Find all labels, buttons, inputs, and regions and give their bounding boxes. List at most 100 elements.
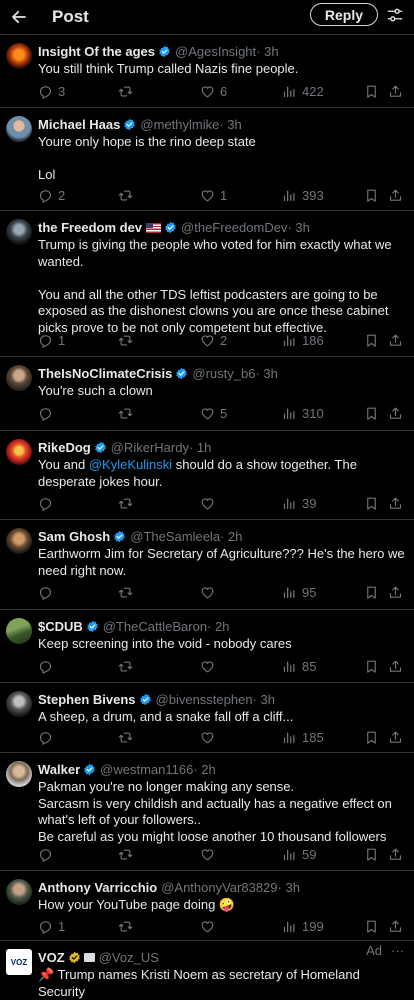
retweet-action[interactable] <box>118 331 138 349</box>
timestamp[interactable]: · 2h <box>220 529 242 544</box>
bookmark-button[interactable] <box>364 845 379 863</box>
share-button[interactable] <box>388 331 403 349</box>
reply-action[interactable]: 1 <box>38 331 65 349</box>
author-name[interactable]: Sam Ghosh <box>38 529 110 544</box>
author-handle[interactable]: @methylmike <box>140 117 219 132</box>
timestamp[interactable]: · 2h <box>193 762 215 777</box>
avatar[interactable] <box>6 618 32 644</box>
timestamp[interactable]: · 3h <box>287 220 309 235</box>
avatar[interactable]: VOZ <box>6 949 32 975</box>
more-options-icon[interactable]: ··· <box>391 943 404 958</box>
like-action[interactable]: 5 <box>200 404 227 422</box>
views-action[interactable]: 185 <box>282 728 324 746</box>
retweet-action[interactable] <box>118 82 138 100</box>
author-name[interactable]: the Freedom dev <box>38 220 142 235</box>
share-button[interactable] <box>388 404 403 422</box>
bookmark-button[interactable] <box>364 583 379 601</box>
bookmark-button[interactable] <box>364 82 379 100</box>
bookmark-button[interactable] <box>364 404 379 422</box>
retweet-action[interactable] <box>118 186 138 204</box>
author-handle[interactable]: @rusty_b6 <box>192 366 255 381</box>
reply-tweet[interactable]: Stephen Bivens @bivensstephen · 3h A she… <box>0 682 414 752</box>
filter-icon[interactable] <box>386 6 404 24</box>
like-action[interactable] <box>200 657 220 675</box>
views-action[interactable]: 59 <box>282 845 316 863</box>
retweet-action[interactable] <box>118 845 138 863</box>
share-button[interactable] <box>388 657 403 675</box>
bookmark-button[interactable] <box>364 331 379 349</box>
author-handle[interactable]: @theFreedomDev <box>181 220 287 235</box>
reply-action[interactable] <box>38 728 58 746</box>
author-name[interactable]: Michael Haas <box>38 117 120 132</box>
reply-tweet[interactable]: $CDUB @TheCattleBaron · 2h Keep screenin… <box>0 609 414 682</box>
ad-tweet[interactable]: VOZ VOZ @Voz_US 📌 Trump names Kristi Noe… <box>0 940 414 1000</box>
avatar[interactable] <box>6 43 32 69</box>
share-button[interactable] <box>388 494 403 512</box>
author-name[interactable]: $CDUB <box>38 619 83 634</box>
reply-action[interactable] <box>38 494 58 512</box>
author-handle[interactable]: @westman1166 <box>100 762 193 777</box>
author-handle[interactable]: @bivensstephen <box>156 692 253 707</box>
reply-action[interactable]: 3 <box>38 82 65 100</box>
views-action[interactable]: 95 <box>282 583 316 601</box>
like-action[interactable] <box>200 845 220 863</box>
avatar[interactable] <box>6 691 32 717</box>
author-handle[interactable]: @Voz_US <box>99 950 159 965</box>
views-action[interactable]: 39 <box>282 494 316 512</box>
reply-action[interactable]: 1 <box>38 917 65 935</box>
avatar[interactable] <box>6 879 32 905</box>
author-name[interactable]: RikeDog <box>38 440 91 455</box>
reply-tweet[interactable]: Sam Ghosh @TheSamleela · 2h Earthworm Ji… <box>0 519 414 609</box>
like-action[interactable] <box>200 917 220 935</box>
author-handle[interactable]: @AgesInsight <box>175 44 256 59</box>
avatar[interactable] <box>6 761 32 787</box>
timestamp[interactable]: · 3h <box>253 692 275 707</box>
avatar[interactable] <box>6 528 32 554</box>
retweet-action[interactable] <box>118 657 138 675</box>
reply-action[interactable] <box>38 404 58 422</box>
views-action[interactable]: 310 <box>282 404 324 422</box>
bookmark-button[interactable] <box>364 917 379 935</box>
author-handle[interactable]: @TheSamleela <box>130 529 220 544</box>
avatar[interactable] <box>6 365 32 391</box>
share-button[interactable] <box>388 728 403 746</box>
share-button[interactable] <box>388 583 403 601</box>
retweet-action[interactable] <box>118 494 138 512</box>
like-action[interactable]: 6 <box>200 82 227 100</box>
avatar[interactable] <box>6 116 32 142</box>
reply-action[interactable] <box>38 583 58 601</box>
reply-tweet[interactable]: RikeDog @RikerHardy · 1h You and @KyleKu… <box>0 430 414 519</box>
author-handle[interactable]: @AnthonyVar83829 <box>161 880 277 895</box>
timestamp[interactable]: · 1h <box>189 440 211 455</box>
bookmark-button[interactable] <box>364 186 379 204</box>
bookmark-button[interactable] <box>364 494 379 512</box>
reply-action[interactable]: 2 <box>38 186 65 204</box>
timestamp[interactable]: · 3h <box>219 117 241 132</box>
views-action[interactable]: 85 <box>282 657 316 675</box>
avatar[interactable] <box>6 439 32 465</box>
bookmark-button[interactable] <box>364 657 379 675</box>
reply-tweet[interactable]: Walker @westman1166 · 2h Pakman you're n… <box>0 752 414 870</box>
views-action[interactable]: 199 <box>282 917 324 935</box>
mention-link[interactable]: @KyleKulinski <box>89 457 172 472</box>
retweet-action[interactable] <box>118 583 138 601</box>
like-action[interactable]: 2 <box>200 331 227 349</box>
like-action[interactable] <box>200 583 220 601</box>
author-name[interactable]: Stephen Bivens <box>38 692 136 707</box>
like-action[interactable] <box>200 728 220 746</box>
retweet-action[interactable] <box>118 404 138 422</box>
reply-tweet[interactable]: the Freedom dev @theFreedomDev · 3h Trum… <box>0 210 414 356</box>
share-button[interactable] <box>388 917 403 935</box>
views-action[interactable]: 186 <box>282 331 324 349</box>
timestamp[interactable]: · 3h <box>255 366 277 381</box>
back-arrow-icon[interactable] <box>8 6 30 28</box>
reply-tweet[interactable]: Michael Haas @methylmike · 3h Youre only… <box>0 107 414 210</box>
timestamp[interactable]: · 2h <box>207 619 229 634</box>
reply-tweet[interactable]: TheIsNoClimateCrisis @rusty_b6 · 3h You'… <box>0 356 414 430</box>
author-name[interactable]: Anthony Varricchio <box>38 880 157 895</box>
share-button[interactable] <box>388 186 403 204</box>
avatar[interactable] <box>6 219 32 245</box>
share-button[interactable] <box>388 82 403 100</box>
views-action[interactable]: 422 <box>282 82 324 100</box>
timestamp[interactable]: · 3h <box>256 44 278 59</box>
